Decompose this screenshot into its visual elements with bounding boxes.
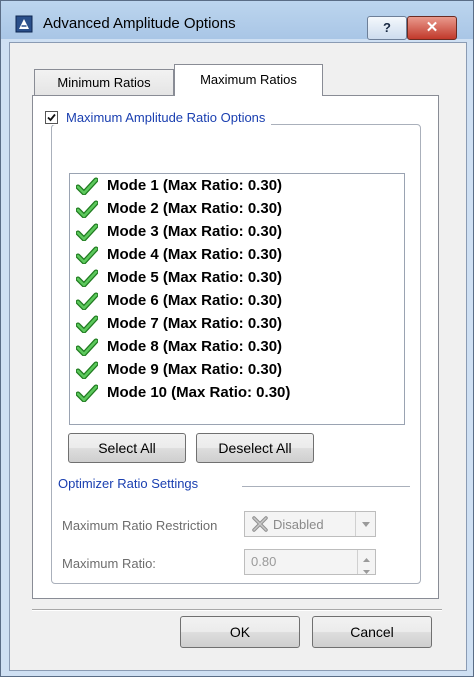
max-ratio-value: 0.80 — [251, 554, 277, 569]
optimizer-heading: Optimizer Ratio Settings — [58, 476, 207, 491]
app-icon — [15, 15, 33, 33]
green-check-icon — [76, 384, 98, 402]
mode-label: Mode 2 (Max Ratio: 0.30) — [107, 200, 283, 217]
tab-panel: Maximum Amplitude Ratio Options Mode 1 (… — [32, 95, 439, 599]
mode-label: Mode 6 (Max Ratio: 0.30) — [107, 292, 283, 309]
green-check-icon — [76, 177, 98, 195]
help-button[interactable]: ? — [367, 16, 407, 40]
max-amplitude-checkbox[interactable] — [45, 111, 58, 124]
dialog-client: Minimum Ratios Maximum Ratios Maximum Am… — [9, 42, 467, 671]
group-title: Maximum Amplitude Ratio Options — [66, 110, 266, 125]
mode-list-item[interactable]: Mode 2 (Max Ratio: 0.30) — [70, 197, 404, 220]
cancel-button[interactable]: Cancel — [312, 616, 432, 648]
mode-list-item[interactable]: Mode 4 (Max Ratio: 0.30) — [70, 243, 404, 266]
green-check-icon — [76, 200, 98, 218]
mode-list-item[interactable]: Mode 1 (Max Ratio: 0.30) — [70, 174, 404, 197]
mode-label: Mode 1 (Max Ratio: 0.30) — [107, 177, 283, 194]
optimizer-divider — [242, 486, 410, 487]
dialog-window: Advanced Amplitude Options ? ✕ Minimum R… — [0, 0, 474, 677]
mode-label: Mode 5 (Max Ratio: 0.30) — [107, 269, 283, 286]
chevron-down-icon[interactable] — [355, 512, 375, 536]
spin-up-icon[interactable] — [358, 550, 375, 562]
mode-list-item[interactable]: Mode 9 (Max Ratio: 0.30) — [70, 358, 404, 381]
green-check-icon — [76, 269, 98, 287]
close-button[interactable]: ✕ — [407, 16, 457, 40]
mode-label: Mode 10 (Max Ratio: 0.30) — [107, 384, 291, 401]
mode-list[interactable]: Mode 1 (Max Ratio: 0.30) Mode 2 (Max Rati… — [69, 173, 405, 425]
title-bar[interactable]: Advanced Amplitude Options ? ✕ — [1, 1, 473, 40]
ok-button[interactable]: OK — [180, 616, 300, 648]
green-check-icon — [76, 246, 98, 264]
max-ratio-label: Maximum Ratio: — [62, 556, 156, 571]
restriction-value: Disabled — [273, 516, 324, 532]
mode-label: Mode 9 (Max Ratio: 0.30) — [107, 361, 283, 378]
spin-down-icon[interactable] — [358, 562, 375, 574]
max-amplitude-group: Mode 1 (Max Ratio: 0.30) Mode 2 (Max Rati… — [51, 124, 421, 584]
spinner-buttons — [357, 550, 375, 574]
restriction-dropdown[interactable]: Disabled — [244, 511, 376, 537]
tab-maximum-ratios[interactable]: Maximum Ratios — [174, 64, 323, 96]
max-ratio-spinner[interactable]: 0.80 — [244, 549, 376, 575]
green-check-icon — [76, 315, 98, 333]
mode-label: Mode 7 (Max Ratio: 0.30) — [107, 315, 283, 332]
mode-label: Mode 4 (Max Ratio: 0.30) — [107, 246, 283, 263]
window-title: Advanced Amplitude Options — [43, 15, 236, 32]
mode-list-item[interactable]: Mode 5 (Max Ratio: 0.30) — [70, 266, 404, 289]
mode-list-item[interactable]: Mode 6 (Max Ratio: 0.30) — [70, 289, 404, 312]
deselect-all-button[interactable]: Deselect All — [196, 433, 314, 463]
footer-divider — [32, 609, 442, 611]
group-legend: Maximum Amplitude Ratio Options — [45, 110, 272, 125]
select-all-button[interactable]: Select All — [68, 433, 186, 463]
mode-list-item[interactable]: Mode 8 (Max Ratio: 0.30) — [70, 335, 404, 358]
green-check-icon — [76, 338, 98, 356]
mode-list-item[interactable]: Mode 7 (Max Ratio: 0.30) — [70, 312, 404, 335]
mode-list-item[interactable]: Mode 3 (Max Ratio: 0.30) — [70, 220, 404, 243]
disabled-x-icon — [252, 516, 268, 532]
green-check-icon — [76, 223, 98, 241]
tab-minimum-ratios[interactable]: Minimum Ratios — [34, 69, 174, 96]
mode-label: Mode 8 (Max Ratio: 0.30) — [107, 338, 283, 355]
mode-list-item[interactable]: Mode 10 (Max Ratio: 0.30) — [70, 381, 404, 404]
green-check-icon — [76, 292, 98, 310]
green-check-icon — [76, 361, 98, 379]
mode-label: Mode 3 (Max Ratio: 0.30) — [107, 223, 283, 240]
checkmark-icon — [47, 113, 56, 122]
restriction-label: Maximum Ratio Restriction — [62, 518, 218, 533]
